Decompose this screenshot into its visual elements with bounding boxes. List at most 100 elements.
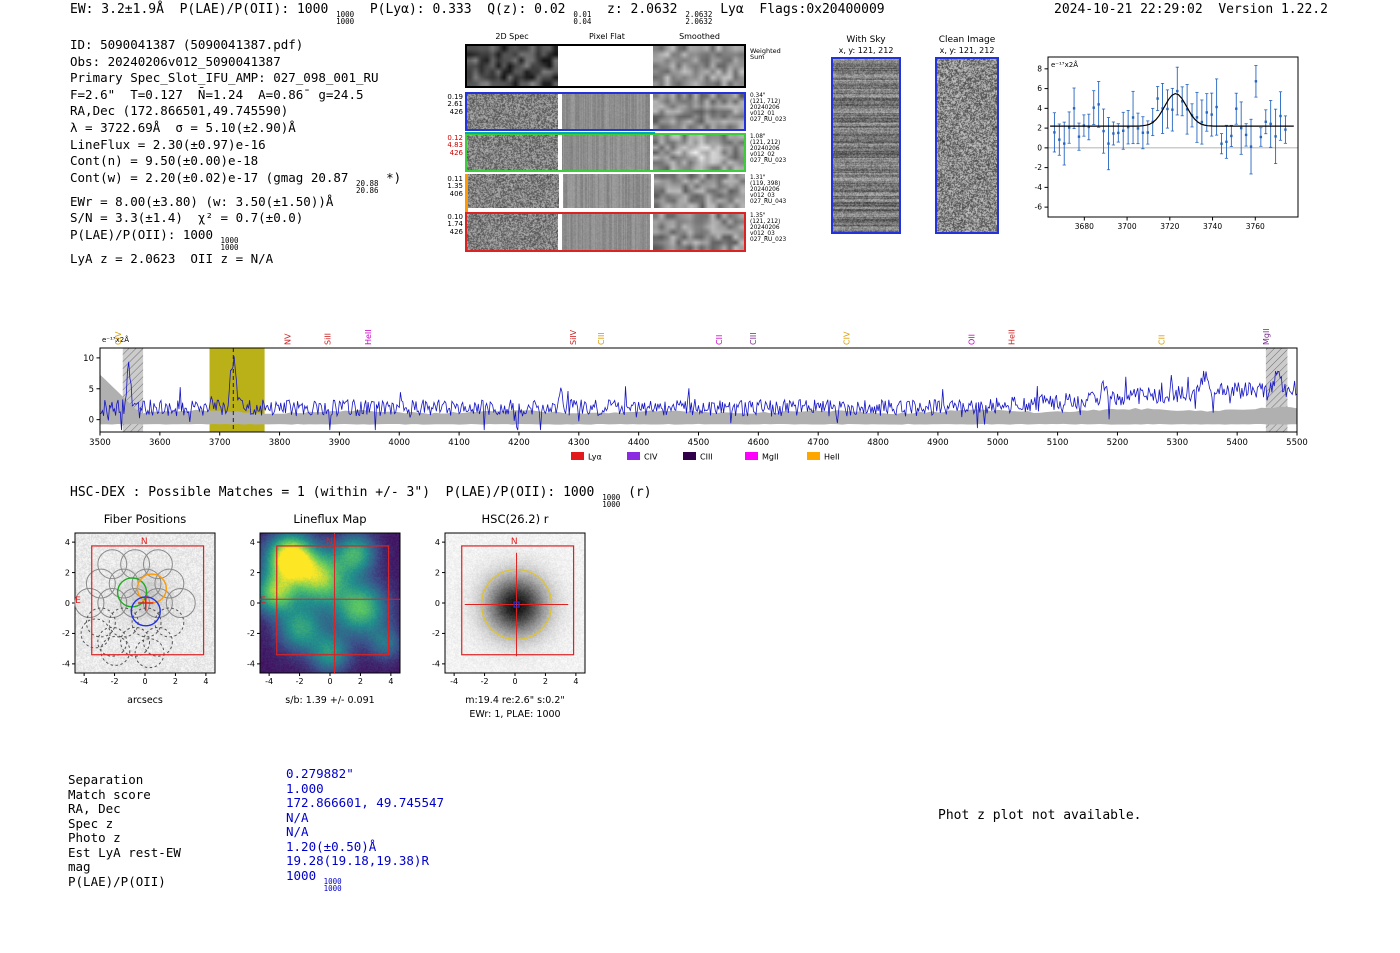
photz-note: Phot z plot not available. — [938, 808, 1142, 823]
hsc-cutout-plot: -4 -2 0 2 4 -4 -2 0 2 4 N — [428, 506, 613, 706]
info-line: RA,Dec (172.866501,49.745590) — [70, 103, 401, 120]
info-line: ID: 5090041387 (5090041387.pdf) — [70, 37, 401, 54]
svg-text:CIII: CIII — [597, 332, 606, 345]
svg-text:HeII: HeII — [824, 453, 840, 462]
svg-text:8: 8 — [1037, 64, 1042, 73]
stacked-fraction: 1000 1000 — [323, 876, 342, 893]
svg-text:4800: 4800 — [867, 438, 889, 448]
match-table-label: Photo z — [68, 830, 121, 846]
spec2d-image — [467, 46, 558, 86]
spec2d-row — [465, 212, 746, 252]
svg-text:6: 6 — [1037, 84, 1042, 93]
match-table-row: Separation 0.279882" — [68, 766, 588, 787]
with-sky-image — [831, 57, 901, 234]
clean-image-coords: x, y: 121, 212 — [939, 46, 995, 55]
match-table-label: Spec z — [68, 815, 114, 831]
text-segment: P(LAE)/P(OII): 1000 — [70, 226, 221, 242]
svg-text:0: 0 — [142, 677, 147, 686]
spec2d-row-annotation: Weighted Sum — [750, 47, 781, 62]
info-line: Primary Spec_Slot_IFU_AMP: 027_098_001_R… — [70, 70, 401, 87]
clean-image — [935, 57, 999, 234]
svg-text:5500: 5500 — [1286, 438, 1308, 448]
info-line: S/N = 3.3(±1.4) χ² = 0.7(±0.0) — [70, 210, 401, 227]
match-table-label: RA, Dec — [68, 801, 121, 817]
svg-text:SiII: SiII — [323, 333, 332, 345]
svg-text:CIV: CIV — [842, 331, 851, 345]
svg-text:-2: -2 — [1035, 163, 1043, 172]
svg-text:3760: 3760 — [1246, 222, 1265, 231]
info-line: LyA z = 2.0623 OII z = N/A — [70, 251, 401, 268]
text-segment: *) — [378, 169, 402, 185]
svg-text:3700: 3700 — [1118, 222, 1137, 231]
svg-text:4900: 4900 — [927, 438, 949, 448]
svg-text:0: 0 — [65, 599, 70, 608]
text-segment: EW: 3.2±1.9Å P(LAE)/P(OII): 1000 — [70, 2, 337, 17]
match-table-label: mag — [68, 859, 91, 875]
smoothed-image — [653, 94, 744, 129]
svg-text:SiIV: SiIV — [569, 329, 578, 345]
svg-text:0: 0 — [512, 677, 517, 686]
spec2d-row-annotation: 1.35" (121, 212) 20240206 v012_03 027_RU… — [750, 213, 787, 244]
stacked-fraction: 2.0632 2.0632 — [685, 10, 713, 26]
spec2d-row-annotation: 1.31" (119, 398) 20240206 v012_03 027_RU… — [750, 175, 787, 206]
clean-image-title: Clean Image — [938, 35, 996, 45]
smoothed-image — [654, 174, 745, 208]
svg-text:0: 0 — [327, 677, 332, 686]
svg-text:4100: 4100 — [448, 438, 470, 448]
text-segment: 1000 — [286, 867, 324, 883]
svg-text:-6: -6 — [1035, 203, 1043, 212]
stacked-fraction: 20.88 20.86 — [355, 178, 379, 195]
stacked-fraction: 0.01 0.04 — [573, 10, 592, 26]
text-segment: λ = 3722.69Å σ = 5.10(±2.90)Å — [70, 119, 296, 135]
text-segment: Cont(n) = 9.50(±0.00)e-18 — [70, 153, 259, 169]
text-segment: N/A — [286, 809, 309, 825]
pixelflat-image — [563, 174, 651, 208]
match-table-value: 1000 1000 1000 — [286, 868, 342, 892]
svg-text:2: 2 — [173, 677, 178, 686]
header-summary: EW: 3.2±1.9Å P(LAE)/P(OII): 1000 1000 100… — [70, 2, 885, 25]
svg-text:N: N — [141, 537, 148, 547]
svg-text:5100: 5100 — [1047, 438, 1069, 448]
text-segment: Primary Spec_Slot_IFU_AMP: 027_098_001_R… — [70, 70, 379, 86]
spec2d-image — [467, 135, 558, 170]
text-segment: 0.279882" — [286, 766, 354, 781]
info-line: Cont(w) = 2.20(±0.02)e-17 (gmag 20.87 20… — [70, 170, 401, 194]
spec2d-row-annotation: 1.08" (121, 212) 20240206 v012_02 027_RU… — [750, 134, 787, 165]
match-table-value: N/A — [286, 810, 309, 825]
spec2d-row-left-stats: 0.19 2.61 426 — [447, 93, 463, 116]
svg-text:2: 2 — [435, 568, 440, 577]
svg-text:5400: 5400 — [1226, 438, 1248, 448]
svg-text:4: 4 — [1037, 104, 1042, 113]
svg-text:0: 0 — [435, 599, 440, 608]
svg-text:4000: 4000 — [388, 438, 410, 448]
svg-text:2: 2 — [250, 568, 255, 577]
header-timestamp-version: 2024-10-21 22:29:02 Version 1.22.2 — [1054, 2, 1328, 17]
svg-text:4600: 4600 — [748, 438, 770, 448]
svg-text:2: 2 — [543, 677, 548, 686]
svg-text:-2: -2 — [481, 677, 489, 686]
text-segment: LyA z = 2.0623 OII z = N/A — [70, 250, 274, 266]
pixelflat-image — [562, 135, 650, 170]
text-segment: z: 2.0632 — [591, 2, 686, 17]
clean-image-canvas — [937, 59, 997, 232]
spec2d-row — [465, 44, 746, 88]
svg-text:2: 2 — [358, 677, 363, 686]
spec2d-row-annotation: 0.34" (121, 712) 20240206 v012_01 027_RU… — [750, 93, 787, 124]
svg-text:4: 4 — [250, 538, 255, 547]
fiber-positions-plot: -4 -2 0 2 4 -4 -2 0 2 4 N E — [58, 506, 243, 706]
info-line: F=2.6" T=0.127 N̄=1.24 A=0.86̄ g=24.5 — [70, 87, 401, 104]
svg-text:e⁻¹⁷x2Å: e⁻¹⁷x2Å — [1051, 60, 1078, 69]
match-table: Separation 0.279882" Match score 1.000 RA, D… — [68, 766, 588, 892]
line-fit-plot: 3680 3700 3720 3740 3760 -6 -4 -2 0 2 4 6 8 e⁻¹⁷x2Å — [1014, 45, 1314, 245]
svg-text:4300: 4300 — [568, 438, 590, 448]
spec2d-col-title-pixelflat: Pixel Flat — [589, 32, 625, 41]
text-segment: (r) — [620, 485, 652, 500]
svg-text:3500: 3500 — [89, 438, 111, 448]
text-segment: Lyα Flags:0x20400009 — [712, 2, 885, 17]
pixelflat-image — [562, 94, 650, 129]
svg-text:4: 4 — [435, 538, 440, 547]
spec2d-image — [467, 94, 558, 129]
svg-text:3680: 3680 — [1075, 222, 1094, 231]
svg-text:4200: 4200 — [508, 438, 530, 448]
spec2d-row-left-stats: 0.12 4.83 426 — [447, 134, 463, 157]
